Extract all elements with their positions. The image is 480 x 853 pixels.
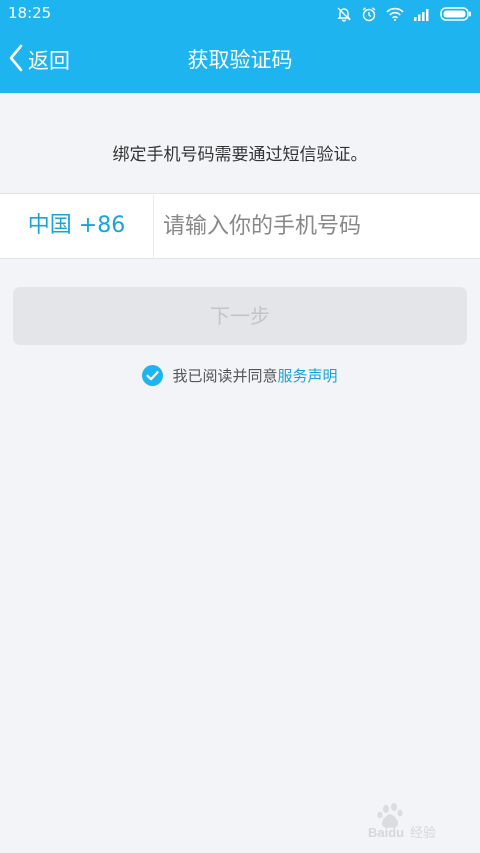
bell-off-icon [336,6,352,22]
signal-icon [413,7,431,21]
page-title: 获取验证码 [187,48,293,72]
wifi-icon [386,7,404,21]
phone-row: 中国 +86 [0,193,480,259]
agreement-checkbox[interactable] [142,364,164,386]
status-icons [336,5,472,23]
status-time: 18:25 [8,4,52,22]
divider [153,194,154,258]
alarm-icon [361,6,377,22]
baidu-watermark-logo: Baidu 经验 [366,801,456,841]
svg-text:经验: 经验 [410,825,436,841]
service-terms-link[interactable]: 服务声明 [278,365,338,386]
checkmark-icon [142,364,164,386]
title-bar: 返回 获取验证码 [0,28,480,93]
next-step-button[interactable]: 下一步 [13,287,467,345]
svg-text:Baidu: Baidu [368,825,404,840]
status-bar: 18:25 [0,0,480,28]
hint-text: 绑定手机号码需要通过短信验证。 [112,145,368,165]
chevron-left-icon [8,43,24,77]
back-label: 返回 [28,49,70,73]
agreement-row: 我已阅读并同意 服务声明 [0,364,480,386]
phone-number-input[interactable] [163,194,463,258]
battery-icon [440,7,472,21]
country-code-selector[interactable]: 中国 +86 [0,194,153,258]
agreement-text: 我已阅读并同意 [172,366,278,385]
back-button[interactable]: 返回 [8,42,70,78]
